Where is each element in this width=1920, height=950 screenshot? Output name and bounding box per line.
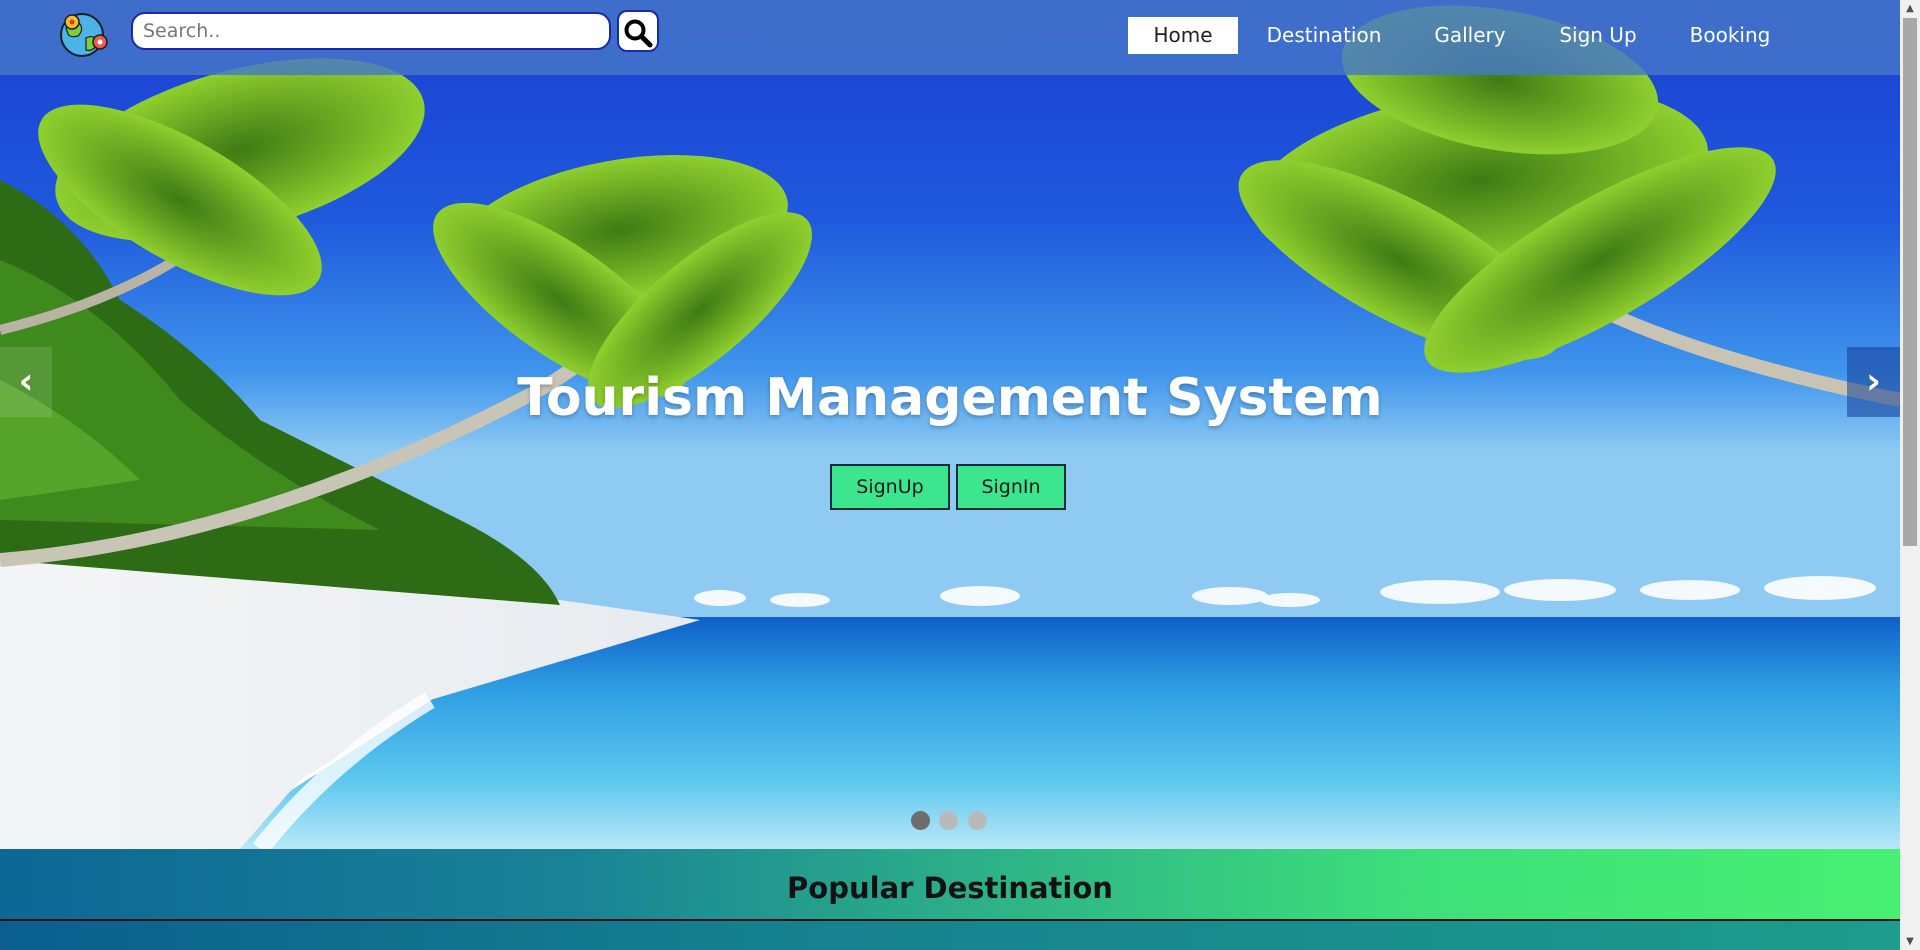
carousel-dot-2[interactable] — [939, 811, 958, 830]
vertical-scrollbar[interactable]: ▲ ▼ — [1900, 0, 1920, 950]
nav-gallery[interactable]: Gallery — [1424, 17, 1516, 54]
popular-destination-section: Popular Destination — [0, 849, 1900, 950]
hero-title: Tourism Management System — [517, 368, 1383, 428]
carousel-dot-3[interactable] — [968, 811, 987, 830]
scroll-up-arrow-icon[interactable]: ▲ — [1900, 0, 1920, 17]
scroll-down-arrow-icon[interactable]: ▼ — [1900, 933, 1920, 950]
nav-home[interactable]: Home — [1128, 17, 1238, 54]
globe-map-icon[interactable] — [58, 10, 110, 58]
signup-button[interactable]: SignUp — [830, 464, 950, 510]
scrollbar-thumb[interactable] — [1903, 18, 1917, 546]
signin-button[interactable]: SignIn — [956, 464, 1066, 510]
popular-destination-title: Popular Destination — [787, 871, 1113, 905]
nav-booking[interactable]: Booking — [1680, 17, 1780, 54]
nav-destination[interactable]: Destination — [1256, 17, 1392, 54]
carousel-next-button[interactable]: › — [1847, 347, 1900, 417]
carousel-dot-1[interactable] — [911, 811, 930, 830]
section-content-strip — [0, 921, 1900, 950]
navbar: Home Destination Gallery Sign Up Booking — [0, 0, 1900, 75]
nav-sign-up[interactable]: Sign Up — [1552, 17, 1644, 54]
page: Home Destination Gallery Sign Up Booking… — [0, 0, 1900, 950]
carousel-prev-button[interactable]: ‹ — [0, 347, 52, 417]
search-button[interactable] — [617, 10, 659, 52]
search-icon — [619, 18, 657, 48]
search-input[interactable] — [131, 12, 611, 50]
